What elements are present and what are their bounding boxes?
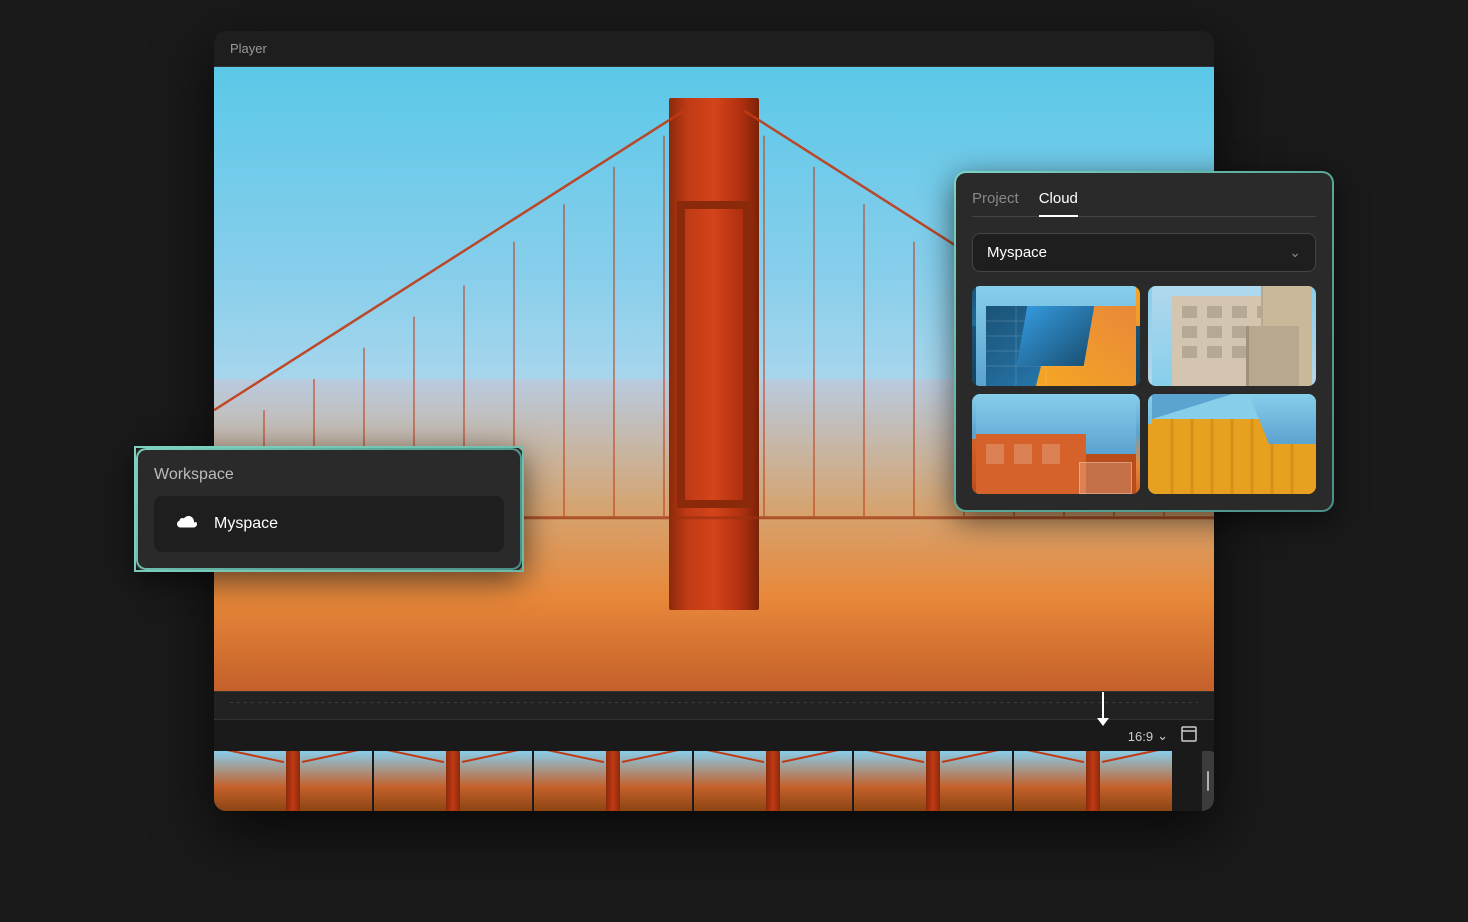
thumb-bridge-1 [214,751,372,811]
thumb-frame-3 [534,751,694,811]
player-titlebar: Player [214,31,1214,67]
gold-building-thumb [1148,394,1316,494]
timeline-ruler[interactable] [214,692,1214,720]
strip-handle-right[interactable] [1202,751,1214,811]
workspace-cloud-icon [170,508,202,540]
orange-building-thumb [972,394,1140,494]
media-thumb-1[interactable] [972,286,1140,386]
playhead[interactable] [1102,692,1104,720]
thumb-frame-4 [694,751,854,811]
fullscreen-icon [1180,730,1198,747]
aspect-ratio-button[interactable]: 16:9 ⌄ [1128,728,1168,744]
cloud-svg-icon [172,513,200,535]
workspace-myspace-name: Myspace [214,515,278,533]
thumb-bridge-2 [374,751,532,811]
thumb-bridge-5 [854,751,1012,811]
thumbnail-strip[interactable] [214,751,1214,811]
cloud-panel: Project Cloud Myspace ⌄ [954,171,1334,512]
tab-project[interactable]: Project [972,190,1019,217]
handle-line-right [1207,771,1209,791]
orange-building-svg [972,394,1140,494]
media-thumb-2[interactable] [1148,286,1316,386]
bridge-tower [669,98,759,610]
aspect-ratio-label: 16:9 [1128,729,1153,744]
thumb-bridge-4 [694,751,852,811]
thumb-bridge-3 [534,751,692,811]
blue-building-svg [972,286,1140,386]
blue-building-thumb [972,286,1140,386]
workspace-popup-inner: Workspace Myspace [136,448,522,570]
thumb-frame-5 [854,751,1014,811]
media-thumb-4[interactable] [1148,394,1316,494]
dropdown-chevron-icon: ⌄ [1289,244,1301,261]
timeline-ticks [230,702,1198,710]
workspace-title: Workspace [154,466,504,484]
fullscreen-button[interactable] [1180,725,1198,748]
workspace-myspace-item[interactable]: Myspace [154,496,504,552]
timeline-area: 16:9 ⌄ [214,691,1214,811]
thumb-frame-2 [374,751,534,811]
beige-building-svg [1148,286,1316,386]
beige-building-thumb [1148,286,1316,386]
media-thumb-3[interactable] [972,394,1140,494]
thumb-frame-6 [1014,751,1174,811]
dropdown-value: Myspace [987,244,1047,261]
panel-tabs: Project Cloud [972,189,1316,217]
cloud-dropdown[interactable]: Myspace ⌄ [972,233,1316,272]
workspace-popup: Workspace Myspace [134,446,524,572]
tick-marks-svg [230,702,1198,710]
tab-cloud[interactable]: Cloud [1039,190,1078,217]
player-title: Player [230,41,267,56]
aspect-ratio-chevron-icon: ⌄ [1157,728,1168,744]
timeline-controls: 16:9 ⌄ [214,720,1214,752]
thumb-frame-1 [214,751,374,811]
scene: Player [134,31,1334,891]
gold-building-svg [1148,394,1316,494]
thumb-bridge-6 [1014,751,1172,811]
media-grid [972,286,1316,494]
